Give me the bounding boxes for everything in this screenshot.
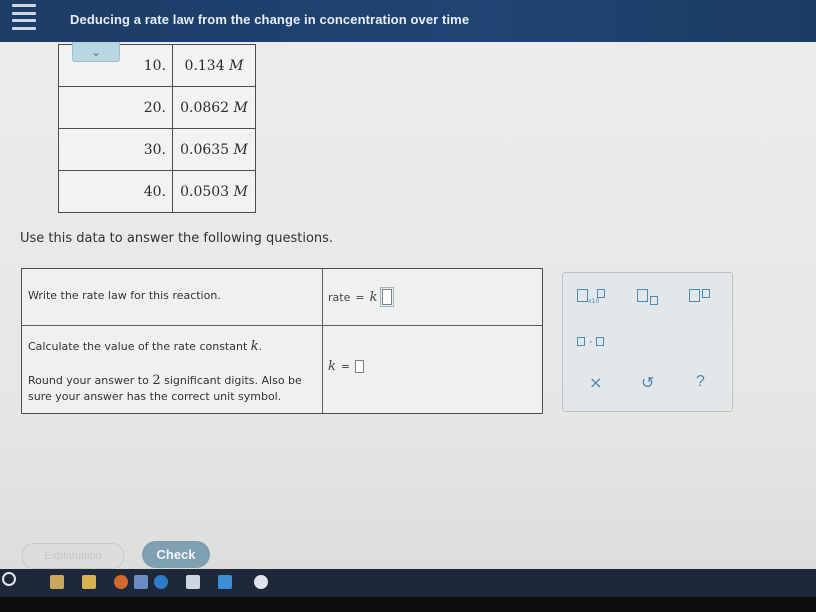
rate-law-input[interactable] xyxy=(380,287,395,307)
superscript-button[interactable] xyxy=(689,289,710,305)
time-cell: 30. xyxy=(58,128,173,171)
conc-cell: 0.0635 M xyxy=(172,128,256,171)
rate-constant-answer: k = xyxy=(328,359,365,374)
conc-cell: 0.0862 M xyxy=(172,86,256,129)
app-icon[interactable] xyxy=(186,575,200,589)
time-cell: 20. xyxy=(58,86,173,129)
scientific-notation-button[interactable]: x10 xyxy=(577,289,606,305)
help-icon[interactable]: ? xyxy=(696,373,705,391)
file-explorer-icon[interactable] xyxy=(82,575,96,589)
menu-icon[interactable] xyxy=(12,4,36,30)
app-icon[interactable] xyxy=(218,575,232,589)
question-table: Write the rate law for this reaction. ra… xyxy=(21,268,543,414)
table-row: 20. 0.0862 M xyxy=(58,86,256,129)
k-symbol: k xyxy=(369,289,378,305)
media-icon[interactable] xyxy=(114,575,128,589)
clear-icon[interactable]: × xyxy=(589,373,602,392)
divider xyxy=(322,269,323,413)
multiply-dot-button[interactable]: · xyxy=(577,335,605,349)
cortana-icon[interactable] xyxy=(2,572,16,586)
undo-icon[interactable]: ↺ xyxy=(641,373,654,392)
rounding-instruction: Round your answer to 2 significant digit… xyxy=(28,373,302,403)
equals-sign: = xyxy=(340,360,351,373)
conc-cell: 0.134 M xyxy=(172,44,256,87)
taskbar xyxy=(0,569,816,597)
screen-bezel xyxy=(0,597,816,612)
table-row: 30. 0.0635 M xyxy=(58,128,256,171)
chevron-down-icon: ⌄ xyxy=(90,44,102,59)
rate-constant-input[interactable] xyxy=(355,360,365,373)
instructions-text: Use this data to answer the following qu… xyxy=(20,231,334,246)
k-symbol: k xyxy=(328,359,336,374)
page-title: Deducing a rate law from the change in c… xyxy=(70,12,470,27)
top-bar: Deducing a rate law from the change in c… xyxy=(0,0,816,42)
rate-law-answer: rate = k xyxy=(328,287,395,307)
conc-cell: 0.0503 M xyxy=(172,170,256,213)
math-tool-palette: x10 · × ↺ ? xyxy=(562,272,733,412)
divider xyxy=(22,325,542,326)
hp-icon[interactable] xyxy=(254,575,268,589)
equals-sign: = xyxy=(355,290,365,304)
app-icon[interactable] xyxy=(134,575,148,589)
collapse-table-button[interactable]: ⌄ xyxy=(72,42,120,62)
rate-label: rate xyxy=(328,290,351,304)
store-icon[interactable] xyxy=(50,575,64,589)
edge-browser-icon[interactable] xyxy=(154,575,168,589)
question-1-prompt: Write the rate law for this reaction. xyxy=(28,289,221,302)
time-cell: 40. xyxy=(58,170,173,213)
table-row: 40. 0.0503 M xyxy=(58,170,256,213)
explanation-button[interactable]: Explanation xyxy=(22,543,124,569)
check-button[interactable]: Check xyxy=(142,541,210,568)
question-2-prompt: Calculate the value of the rate constant… xyxy=(28,339,263,354)
data-table: 10. 0.134 M 20. 0.0862 M 30. 0.0635 M 40… xyxy=(58,44,256,213)
subscript-button[interactable] xyxy=(637,289,658,305)
